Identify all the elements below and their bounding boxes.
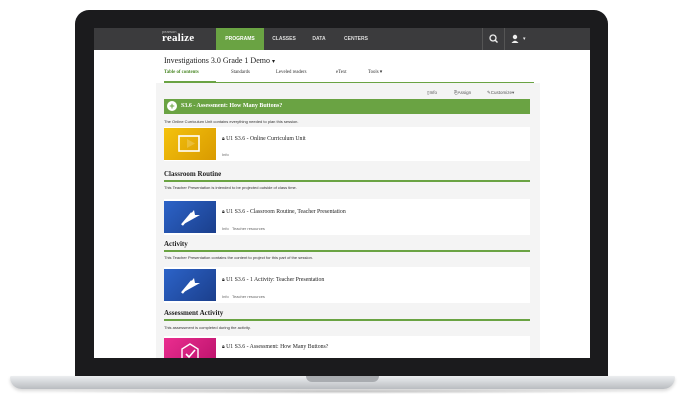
assessment-check-icon: [181, 343, 199, 358]
item-title-text: U1 S3.6 - 1 Activity: Teacher Presentati…: [226, 277, 325, 283]
laptop-shadow: [40, 389, 645, 394]
session-title: S3.6 - Assessment: How Many Buttons?: [181, 103, 283, 109]
program-title[interactable]: Investigations 3.0 Grade 1 Demo ▾: [164, 56, 275, 65]
cursor-arrow-icon: [181, 278, 200, 294]
teacher-resources-link[interactable]: Teacher resources: [232, 226, 265, 231]
item-meta: Info Teacher resources: [222, 226, 265, 231]
section-heading: Activity: [164, 240, 188, 248]
item-title-text: U1 S3.6 - Assessment: How Many Buttons?: [226, 344, 329, 350]
item-title-text: U1 S3.6 - Online Curriculum Unit: [226, 136, 306, 142]
item-title[interactable]: 🔒︎ U1 S3.6 - Online Curriculum Unit: [222, 136, 306, 142]
section-description: This Teacher Presentation contains the c…: [164, 255, 313, 260]
item-thumbnail[interactable]: [164, 338, 216, 358]
info-label: Info: [222, 152, 229, 157]
search-button[interactable]: [482, 28, 505, 50]
item-info-link[interactable]: Info: [222, 152, 229, 157]
chevron-down-icon: ▾: [271, 59, 275, 65]
nav-tab-label: PROGRAMS: [225, 36, 255, 42]
nav-tab-label: DATA: [312, 36, 326, 42]
section-divider: [164, 319, 530, 321]
session-description: The Online Curriculum Unit contains ever…: [164, 119, 299, 124]
list-item[interactable]: [164, 127, 530, 161]
program-subnav: Table of contents Standards Leveled read…: [164, 70, 534, 81]
subnav-tools[interactable]: Tools ▾: [368, 70, 382, 75]
chevron-down-icon: ▾: [523, 36, 526, 42]
item-info-link[interactable]: Info: [222, 226, 229, 231]
nav-tab-data[interactable]: DATA: [306, 28, 332, 50]
assign-button[interactable]: ⎘Assign: [454, 90, 471, 95]
item-title[interactable]: 🔒︎ U1 S3.6 - Assessment: How Many Button…: [222, 344, 328, 350]
customize-label: Customize▾: [490, 90, 515, 95]
list-item[interactable]: [164, 267, 530, 303]
section-description: This assessment is completed during the …: [164, 325, 251, 330]
assign-label: Assign: [457, 90, 472, 95]
user-icon: [511, 34, 519, 43]
plus-icon[interactable]: +: [167, 101, 177, 111]
lock-icon: 🔒︎: [222, 345, 225, 350]
section-divider: [164, 180, 530, 182]
subnav-table-of-contents[interactable]: Table of contents: [164, 70, 199, 75]
nav-tab-centers[interactable]: CENTERS: [336, 28, 376, 50]
info-label: Info: [429, 90, 437, 95]
section-heading: Classroom Routine: [164, 170, 222, 178]
laptop-screen: pearson realize PROGRAMS CLASSES DATA CE…: [94, 28, 590, 358]
list-item[interactable]: [164, 336, 530, 358]
section-heading: Assessment Activity: [164, 309, 224, 317]
item-title-text: U1 S3.6 - Classroom Routine, Teacher Pre…: [226, 209, 346, 215]
item-thumbnail[interactable]: [164, 128, 216, 160]
section-divider: [164, 250, 530, 252]
customize-button[interactable]: ✎Customize▾: [487, 90, 514, 96]
top-navigation: pearson realize PROGRAMS CLASSES DATA CE…: [94, 28, 590, 50]
subnav-leveled-readers[interactable]: Leveled readers: [276, 70, 307, 75]
search-icon: [489, 34, 498, 43]
info-button[interactable]: ▯Info: [427, 90, 437, 96]
nav-tab-label: CENTERS: [344, 36, 368, 42]
lock-icon: 🔒︎: [222, 278, 225, 283]
item-info-link[interactable]: Info: [222, 294, 229, 299]
section-description: This Teacher Presentation is intended to…: [164, 185, 297, 190]
list-item[interactable]: [164, 199, 530, 235]
item-title[interactable]: 🔒︎ U1 S3.6 - 1 Activity: Teacher Present…: [222, 277, 324, 283]
subnav-standards[interactable]: Standards: [231, 70, 250, 75]
item-meta: Info Teacher resources: [222, 294, 265, 299]
nav-tab-programs[interactable]: PROGRAMS: [216, 28, 264, 50]
item-title[interactable]: 🔒︎ U1 S3.6 - Classroom Routine, Teacher …: [222, 209, 346, 215]
item-thumbnail[interactable]: [164, 201, 216, 233]
user-menu-button[interactable]: ▾: [504, 28, 533, 50]
presentation-icon: [178, 135, 200, 152]
teacher-resources-link[interactable]: Teacher resources: [232, 294, 265, 299]
lock-icon: 🔒︎: [222, 137, 225, 142]
subnav-etext[interactable]: eText: [336, 70, 347, 75]
nav-tab-classes[interactable]: CLASSES: [266, 28, 302, 50]
item-thumbnail[interactable]: [164, 269, 216, 301]
nav-tab-label: CLASSES: [272, 36, 296, 42]
brand-logo[interactable]: realize: [162, 32, 194, 44]
lock-icon: 🔒︎: [222, 210, 225, 215]
laptop-notch: [306, 376, 379, 382]
program-title-text: Investigations 3.0 Grade 1 Demo: [164, 56, 270, 65]
cursor-arrow-icon: [181, 210, 200, 226]
